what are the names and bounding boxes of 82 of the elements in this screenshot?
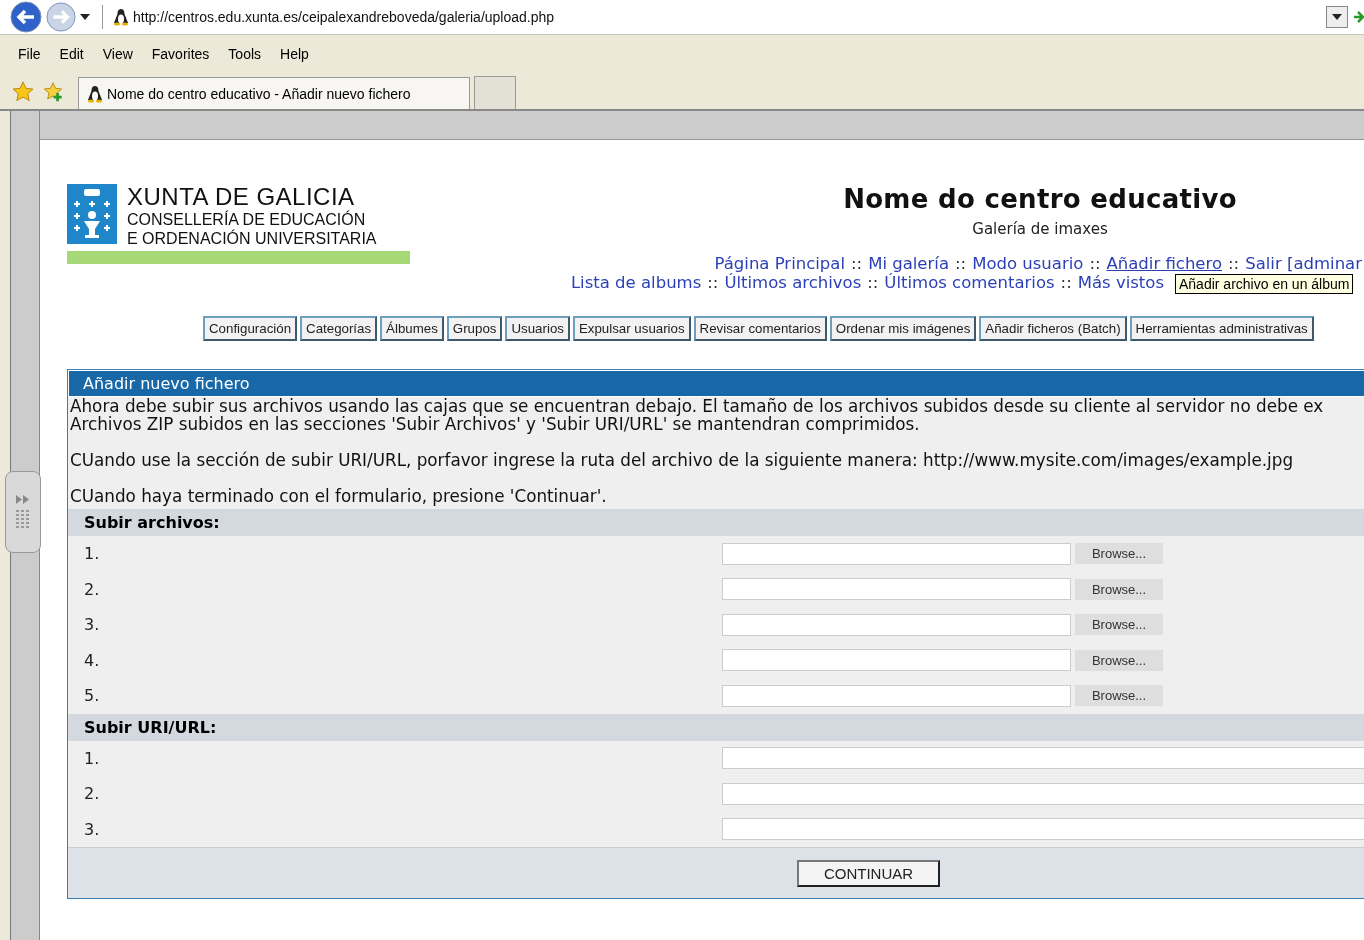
new-tab-button[interactable]	[474, 76, 516, 109]
file-input-field[interactable]	[722, 613, 1071, 636]
nav-link[interactable]: Mi galería	[868, 254, 949, 273]
menu-item[interactable]: Tools	[220, 46, 273, 62]
nav-separator: ::	[1060, 273, 1072, 292]
grip-icon	[16, 509, 30, 530]
instruction-text: CUando use la sección de subir URI/URL, porfavor ingrese la ruta del archivo de la siguiente manera: http://www.mysite.com/images/example.jpg	[70, 451, 1295, 469]
browse-button[interactable]: Browse...	[1074, 613, 1164, 637]
instruction-text: Archivos ZIP subidos en las secciones 'Subir Archivos' y 'Subir URI/URL' se mantendran comprimidos.	[70, 415, 921, 433]
logo-subtitle: CONSELLERÍA DE EDUCACIÓN	[127, 210, 367, 229]
nav-separator: ::	[1228, 254, 1240, 273]
dropdown-button[interactable]	[1326, 6, 1348, 28]
admin-button[interactable]: Configuración	[203, 316, 298, 341]
sidebar-handle[interactable]	[5, 471, 41, 553]
nav-link[interactable]: Últimos archivos	[724, 273, 862, 292]
file-input-field[interactable]	[722, 578, 1071, 601]
row-number: 4.	[84, 650, 101, 670]
admin-button[interactable]: Grupos	[446, 316, 503, 341]
file-input-field[interactable]	[722, 542, 1071, 565]
admin-button[interactable]: Herramientas administrativas	[1129, 316, 1314, 341]
instruction-text: Ahora debe subir sus archivos usando las cajas que se encuentran debajo. El tamaño de los archivos subidos desde su cliente al servidor no debe ex	[70, 397, 1325, 415]
browser-tab[interactable]: Nome do centro educativo - Añadir nuevo fichero	[78, 77, 470, 109]
back-icon[interactable]	[10, 1, 42, 33]
menu-item[interactable]: File	[10, 46, 52, 62]
nav-separator: ::	[867, 273, 879, 292]
continue-button[interactable]: CONTINUAR	[797, 859, 940, 887]
logo-title: XUNTA DE GALICIA	[127, 184, 356, 210]
crest-logo-icon	[67, 184, 117, 244]
row-number: 1.	[84, 544, 101, 564]
double-arrow-icon	[16, 494, 30, 504]
site-title: Nome do centro educativo	[843, 184, 1237, 214]
nav-link[interactable]: Lista de albums	[570, 273, 702, 292]
menu-item[interactable]: Help	[272, 46, 320, 62]
penguin-icon	[87, 84, 103, 103]
nav-link[interactable]: Modo usuario	[972, 254, 1084, 273]
star-icon[interactable]	[12, 81, 34, 103]
panel-title: Añadir nuevo fichero	[68, 370, 1364, 397]
file-input-field[interactable]	[722, 649, 1071, 672]
admin-button[interactable]: Usuarios	[505, 316, 570, 341]
caret-icon[interactable]	[80, 14, 90, 20]
section-heading: Subir archivos:	[68, 509, 1364, 536]
penguin-icon	[113, 8, 129, 26]
row-number: 2.	[84, 579, 101, 599]
admin-button[interactable]: Álbumes	[380, 316, 444, 341]
browse-button[interactable]: Browse...	[1074, 542, 1164, 566]
menu-item[interactable]: Favorites	[143, 46, 221, 62]
add-favorite-icon[interactable]	[42, 81, 64, 103]
admin-button[interactable]: Revisar comentarios	[693, 316, 827, 341]
admin-button[interactable]: Añadir ficheros (Batch)	[979, 316, 1127, 341]
logo-subtitle: E ORDENACIÓN UNIVERSITARIA	[127, 229, 377, 248]
nav-link[interactable]: Últimos comentarios	[884, 273, 1055, 292]
row-number: 3.	[84, 615, 101, 635]
admin-button[interactable]: Categorías	[300, 316, 378, 341]
nav-link[interactable]: Más vistos	[1077, 273, 1164, 292]
menu-item[interactable]: View	[94, 46, 144, 62]
browse-button[interactable]: Browse...	[1074, 684, 1164, 708]
row-number: 3.	[84, 819, 101, 839]
url-input-field[interactable]	[722, 747, 1364, 770]
url-input-field[interactable]	[722, 818, 1364, 841]
nav-link[interactable]: Página Principal	[714, 254, 845, 273]
caret-icon	[1332, 14, 1342, 20]
menu-item[interactable]: Edit	[51, 46, 95, 62]
nav-separator: ::	[707, 273, 719, 292]
tooltip: Añadir archivo en un álbum	[1175, 274, 1354, 294]
row-number: 1.	[84, 748, 101, 768]
url-input-field[interactable]	[722, 782, 1364, 805]
address-field[interactable]: http://centros.edu.xunta.es/ceipalexandreboveda/galeria/upload.php	[133, 9, 555, 25]
section-heading: Subir URI/URL:	[68, 713, 1364, 741]
nav-link[interactable]: Añadir fichero	[1106, 254, 1223, 273]
nav-link[interactable]: Salir [adminar	[1245, 254, 1362, 273]
nav-separator: ::	[1089, 254, 1101, 273]
row-number: 2.	[84, 784, 101, 804]
row-number: 5.	[84, 686, 101, 706]
nav-separator: ::	[851, 254, 863, 273]
browse-button[interactable]: Browse...	[1074, 577, 1164, 601]
instruction-text: CUando haya terminado con el formulario, presione 'Continuar'.	[70, 487, 608, 505]
nav-separator: ::	[955, 254, 967, 273]
browse-button[interactable]: Browse...	[1074, 648, 1164, 672]
file-input-field[interactable]	[722, 684, 1071, 707]
site-subtitle: Galería de imaxes	[972, 220, 1108, 238]
admin-button[interactable]: Expulsar usuarios	[572, 316, 691, 341]
admin-button[interactable]: Ordenar mis imágenes	[829, 316, 977, 341]
